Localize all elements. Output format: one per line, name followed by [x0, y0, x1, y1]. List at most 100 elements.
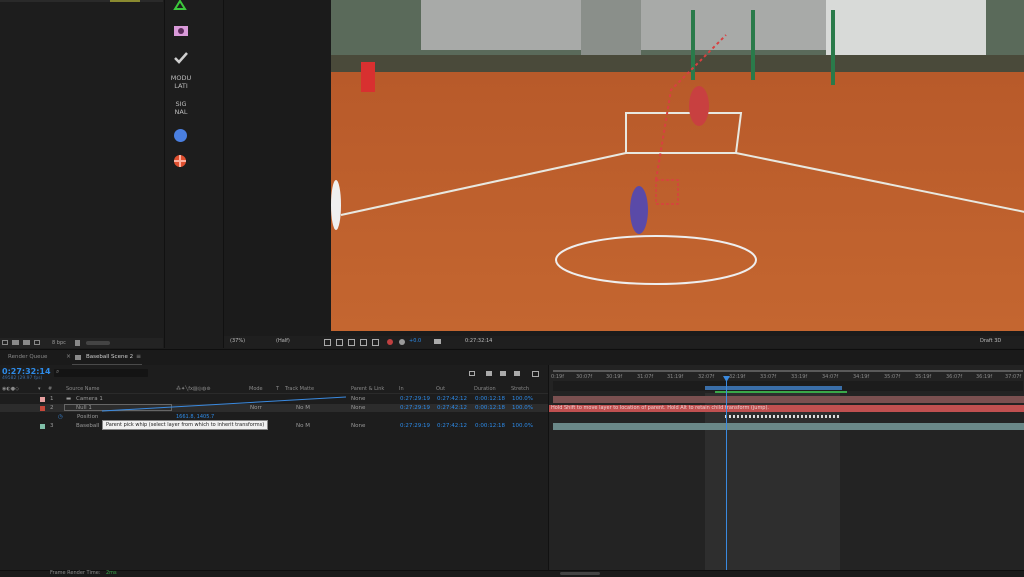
- ruler-tick: 36:07f: [946, 374, 963, 380]
- layer-1-out[interactable]: 0:27:42:12: [437, 395, 467, 403]
- viewer-toolbar: (37%) (Half) +0.0 0:27:32:14 Draft 3D: [224, 336, 1024, 348]
- layer-1-label-color[interactable]: [40, 397, 45, 402]
- pick-whip-line: [101, 396, 347, 412]
- region-of-interest-icon[interactable]: [324, 339, 331, 346]
- thumbnail-slider[interactable]: [86, 341, 110, 345]
- ruler-tick: 33:19f: [791, 374, 808, 380]
- modulation-label[interactable]: MODU LATI: [167, 74, 195, 90]
- layer-1-in[interactable]: 0:27:29:19: [400, 395, 430, 403]
- new-comp-icon[interactable]: [23, 340, 30, 345]
- timeline-graph[interactable]: Hold Shift to move layer to location of …: [548, 365, 1024, 570]
- tools-panel: MODU LATI SIG NAL: [164, 0, 223, 348]
- layer-2-in[interactable]: 0:27:29:19: [400, 404, 430, 412]
- snapshot-icon[interactable]: [434, 339, 441, 344]
- timeline-layer-panel: 0:27:32:14 49582 (29.97 fps) ⌕ ◉◐●◇ ▾ # …: [0, 365, 548, 570]
- ruler-tick: 35:19f: [915, 374, 932, 380]
- grid-icon[interactable]: [360, 339, 367, 346]
- ruler-tick: 31:19f: [667, 374, 684, 380]
- parent-header[interactable]: Parent & Link: [351, 386, 384, 392]
- graph-editor-icon[interactable]: [532, 371, 539, 377]
- layer-1-duration[interactable]: 0:00:12:18: [475, 395, 505, 403]
- t-header: T: [276, 386, 280, 392]
- layer-1-stretch[interactable]: 100.0%: [512, 395, 533, 403]
- layer-2-number: 2: [50, 405, 54, 411]
- current-time[interactable]: 0:27:32:14: [2, 367, 51, 376]
- layer-3-name[interactable]: Baseball: [76, 422, 99, 430]
- trash-icon[interactable]: [75, 340, 80, 346]
- zoom-dropdown[interactable]: (37%): [230, 338, 245, 344]
- layer-3-in[interactable]: 0:27:29:19: [400, 422, 430, 430]
- target-icon[interactable]: [173, 154, 187, 168]
- layer-2-duration[interactable]: 0:00:12:18: [475, 404, 505, 412]
- layer-3-parent[interactable]: None: [351, 422, 365, 430]
- signal-label[interactable]: SIG NAL: [167, 100, 195, 116]
- out-header[interactable]: Out: [436, 386, 445, 392]
- track-matte-header[interactable]: Track Matte: [285, 386, 314, 392]
- camera-icon[interactable]: [173, 24, 189, 38]
- tab-render-queue[interactable]: Render Queue: [8, 354, 47, 360]
- layer-row-baseball[interactable]: 3 Baseball No M None 0:27:29:19 0:27:42:…: [0, 422, 548, 430]
- channel-icon[interactable]: [372, 339, 379, 346]
- switches-header-icons: ⁂✦╲fx▨◎◍⊚: [176, 386, 211, 392]
- project-column-marker: [110, 0, 140, 2]
- stopwatch-icon[interactable]: ◷: [58, 413, 63, 421]
- ruler-tick: 34:07f: [822, 374, 839, 380]
- mask-visibility-icon[interactable]: [348, 339, 355, 346]
- adjust-icon[interactable]: [34, 340, 40, 345]
- checkmark-icon[interactable]: [174, 52, 188, 64]
- exposure-icon[interactable]: [399, 339, 405, 345]
- layer-2-stretch[interactable]: 100.0%: [512, 404, 533, 412]
- ruler-tick: 35:07f: [884, 374, 901, 380]
- tab-menu-icon[interactable]: ≡: [136, 353, 141, 360]
- ruler-tick: 36:19f: [976, 374, 993, 380]
- comp-mini-flowchart-icon[interactable]: [469, 371, 475, 376]
- keyframe-strip[interactable]: [725, 415, 840, 418]
- layer-3-out[interactable]: 0:27:42:12: [437, 422, 467, 430]
- layer-3-stretch[interactable]: 100.0%: [512, 422, 533, 430]
- close-icon[interactable]: ×: [66, 353, 71, 360]
- stretch-header[interactable]: Stretch: [511, 386, 529, 392]
- layer-bar-3[interactable]: [553, 423, 1024, 430]
- zoom-slider[interactable]: [560, 572, 600, 575]
- project-panel: [0, 0, 163, 338]
- resolution-dropdown[interactable]: (Half): [276, 338, 290, 344]
- ruler-tick: 32:19f: [729, 374, 746, 380]
- draft-3d-icon[interactable]: [486, 371, 492, 376]
- exposure-value[interactable]: +0.0: [409, 338, 421, 344]
- new-folder-icon[interactable]: [12, 340, 19, 345]
- recycle-icon[interactable]: [173, 0, 187, 14]
- visibility-header-icon: ◉◐●◇: [2, 386, 19, 392]
- transparency-grid-icon[interactable]: [336, 339, 343, 346]
- tab-comp[interactable]: Baseball Scene 2: [86, 354, 133, 360]
- ruler-tick: 37:07f: [1005, 374, 1022, 380]
- layer-bar-1[interactable]: [553, 396, 1024, 403]
- frame-blending-icon[interactable]: [514, 371, 520, 376]
- composition-viewer[interactable]: (37%) (Half) +0.0 0:27:32:14 Draft 3D: [223, 0, 1024, 348]
- viewer-timecode[interactable]: 0:27:32:14: [465, 338, 492, 344]
- in-header[interactable]: In: [399, 386, 404, 392]
- mode-header[interactable]: Mode: [249, 386, 263, 392]
- circle-tool-icon[interactable]: [174, 129, 187, 142]
- label-header-icon: ▾: [38, 386, 41, 392]
- source-name-header[interactable]: Source Name: [66, 386, 100, 392]
- footage-frame: [331, 0, 1024, 331]
- search-field[interactable]: [54, 369, 148, 377]
- layer-3-duration[interactable]: 0:00:12:18: [475, 422, 505, 430]
- renderer-dropdown[interactable]: Draft 3D: [980, 338, 1001, 344]
- layer-3-number: 3: [50, 423, 54, 429]
- layer-3-label-color[interactable]: [40, 424, 45, 429]
- duration-header[interactable]: Duration: [474, 386, 496, 392]
- playhead-line[interactable]: [726, 379, 727, 570]
- layer-3-matte[interactable]: No M: [296, 422, 310, 430]
- shy-icon[interactable]: [500, 371, 506, 376]
- interpret-footage-icon[interactable]: [2, 340, 8, 345]
- ruler-tick: 31:07f: [637, 374, 654, 380]
- camera-layer-icon: ▬: [66, 396, 72, 402]
- layer-2-out[interactable]: 0:27:42:12: [437, 404, 467, 412]
- layer-2-name[interactable]: Null 1: [76, 404, 92, 412]
- layer-2-label-color[interactable]: [40, 406, 45, 411]
- color-management-icon[interactable]: [387, 339, 393, 345]
- work-area-bar[interactable]: [553, 370, 1023, 372]
- bpc-label[interactable]: 8 bpc: [52, 340, 66, 346]
- timeline-tab-bar: Render Queue × Baseball Scene 2 ≡: [0, 349, 1024, 366]
